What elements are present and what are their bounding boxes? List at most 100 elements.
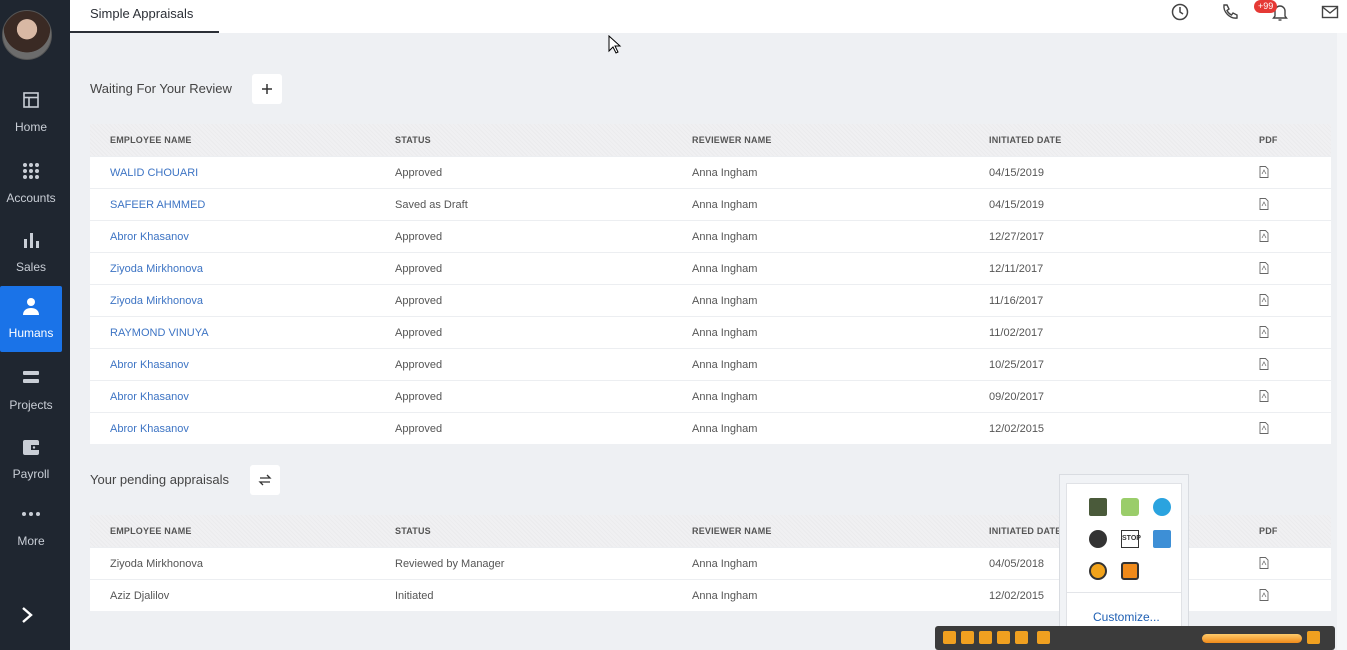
reviewer-name-cell: Anna Ingham [692,359,758,371]
monitor-tray-icon[interactable] [1089,498,1107,516]
chevron-right-icon[interactable] [17,605,37,625]
employee-name-cell[interactable]: RAYMOND VINUYA [110,327,209,339]
pdf-icon[interactable] [1259,198,1269,210]
customize-link[interactable]: Customize... [1093,610,1160,624]
pdf-icon[interactable] [1259,326,1269,338]
cursor-icon [608,35,622,54]
employee-name-cell[interactable]: Abror Khasanov [110,423,189,435]
column-header[interactable]: EMPLOYEE NAME [110,526,192,536]
status-cell: Approved [395,295,443,307]
employee-name-cell[interactable]: Abror Khasanov [110,231,189,243]
swap-arrows-icon [258,474,272,486]
initiated-date-cell: 09/20/2017 [989,391,1045,403]
employee-name-cell[interactable]: Abror Khasanov [110,359,189,371]
section-title-review: Waiting For Your Review [90,81,232,96]
repeat-button[interactable] [1037,631,1050,644]
sidebar-item-payroll[interactable]: Payroll [0,431,62,497]
divider [1067,592,1181,593]
column-header[interactable]: INITIATED DATE [989,526,1061,536]
column-header[interactable]: REVIEWER NAME [692,135,772,145]
sidebar-item-label: More [17,534,45,548]
table-row[interactable]: Abror Khasanov Approved Anna Ingham 12/02/2… [90,412,1331,444]
column-header[interactable]: INITIATED DATE [989,135,1061,145]
pdf-icon[interactable] [1259,358,1269,370]
employee-name-cell[interactable]: SAFEER AHMMED [110,199,205,211]
sidebar-item-sales[interactable]: Sales [0,224,62,290]
person-icon [23,298,39,315]
avatar[interactable] [2,10,52,60]
rewind-button[interactable] [997,631,1010,644]
sidebar-item-label: Humans [8,326,54,340]
telegram-tray-icon[interactable] [1153,498,1171,516]
mail-icon[interactable] [1320,2,1340,22]
tab-simple-appraisals[interactable]: Simple Appraisals [70,0,219,33]
layout-icon [23,92,39,108]
employee-name-cell[interactable]: Ziyoda Mirkhonova [110,295,203,307]
pause-button[interactable] [961,631,974,644]
forward-button[interactable] [1015,631,1028,644]
pdf-icon[interactable] [1259,422,1269,434]
scrollbar[interactable] [1337,33,1347,650]
clock-icon[interactable] [1170,2,1190,22]
menu-button[interactable] [1307,631,1320,644]
initiated-date-cell: 12/11/2017 [989,263,1044,275]
pdf-icon[interactable] [1259,262,1269,274]
stop-button[interactable] [979,631,992,644]
sidebar-item-projects[interactable]: Projects [0,362,62,428]
add-button[interactable] [252,74,282,104]
sidebar-item-humans[interactable]: Humans [0,286,62,352]
alert-tray-icon[interactable] [1089,562,1107,580]
employee-name-cell[interactable]: Abror Khasanov [110,391,189,403]
more-icon [22,512,40,516]
column-header[interactable]: EMPLOYEE NAME [110,135,192,145]
initiated-date-cell: 11/16/2017 [989,295,1044,307]
table-row[interactable]: Abror Khasanov Approved Anna Ingham 10/25/2… [90,348,1331,380]
pdf-icon[interactable] [1259,390,1269,402]
player-tray-icon[interactable] [1121,562,1139,580]
table-row[interactable]: Ziyoda Mirkhonova Approved Anna Ingham 12/1… [90,252,1331,284]
column-header[interactable]: REVIEWER NAME [692,526,772,536]
employee-name-cell: Ziyoda Mirkhonova [110,558,203,570]
pdf-icon[interactable] [1259,589,1269,601]
figure-tray-icon[interactable] [1089,530,1107,548]
pdf-icon[interactable] [1259,230,1269,242]
pdf-icon[interactable] [1259,557,1269,569]
sidebar-item-label: Sales [15,260,47,274]
column-header[interactable]: STATUS [395,135,431,145]
refresh-button[interactable] [250,465,280,495]
sidebar-item-label: Home [14,120,47,134]
initiated-date-cell: 04/05/2018 [989,558,1045,570]
reviewer-name-cell: Anna Ingham [692,295,758,307]
section-title-pending: Your pending appraisals [90,472,230,487]
status-cell: Approved [395,263,443,275]
network-tray-icon[interactable] [1153,530,1171,548]
table-row[interactable]: Ziyoda Mirkhonova Approved Anna Ingham 11/1… [90,284,1331,316]
reviewer-name-cell: Anna Ingham [692,167,758,179]
phone-icon[interactable] [1220,2,1240,22]
plus-icon [262,84,272,94]
column-header[interactable]: STATUS [395,526,431,536]
play-button[interactable] [943,631,956,644]
table-row[interactable]: Abror Khasanov Approved Anna Ingham 12/27/2… [90,220,1331,252]
employee-name-cell[interactable]: WALID CHOUARI [110,167,198,179]
table-row[interactable]: RAYMOND VINUYA Approved Anna Ingham 11/02/2… [90,316,1331,348]
employee-name-cell[interactable]: Ziyoda Mirkhonova [110,263,203,275]
notification-badge: +99 [1254,0,1278,13]
sidebar-item-label: Payroll [12,467,50,481]
playback-progress[interactable] [1202,634,1302,643]
stack-icon [23,371,39,383]
status-cell: Approved [395,359,443,371]
sidebar-item-accounts[interactable]: Accounts [0,155,62,221]
table-row[interactable]: WALID CHOUARI Approved Anna Ingham 04/15/20… [90,156,1331,188]
table-row[interactable]: SAFEER AHMMED Saved as Draft Anna Ingham 04… [90,188,1331,220]
check-tray-icon[interactable] [1121,498,1139,516]
sidebar-item-more[interactable]: More [0,498,62,564]
pdf-icon[interactable] [1259,166,1269,178]
sidebar-item-home[interactable]: Home [0,84,62,150]
stop-tray-icon[interactable]: STOP [1121,530,1141,548]
initiated-date-cell: 04/15/2019 [989,167,1045,179]
reviewer-name-cell: Anna Ingham [692,231,758,243]
table-row[interactable]: Abror Khasanov Approved Anna Ingham 09/20/2… [90,380,1331,412]
pdf-icon[interactable] [1259,294,1269,306]
initiated-date-cell: 12/27/2017 [989,231,1045,243]
